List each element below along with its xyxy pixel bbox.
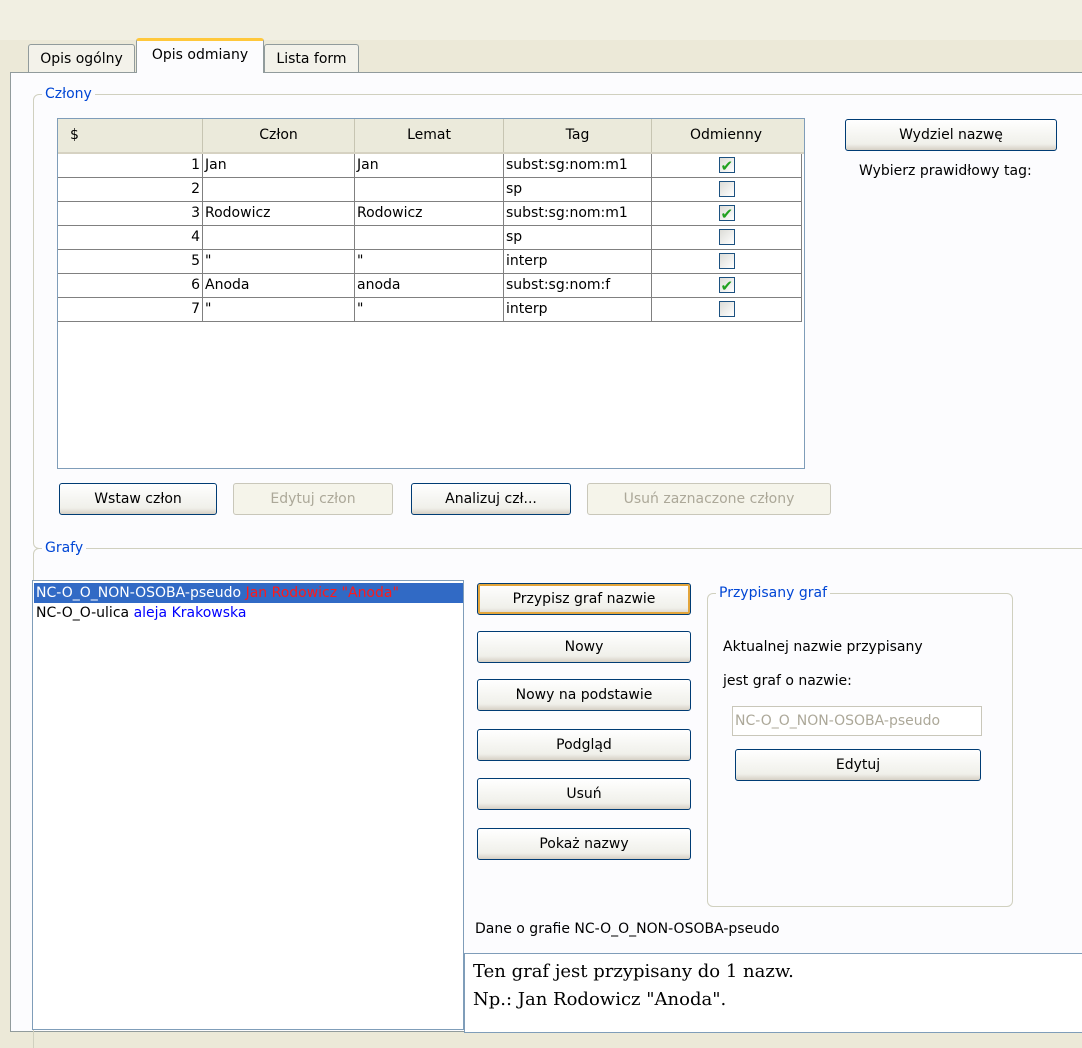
- cell-tag[interactable]: interp: [504, 250, 652, 274]
- cell-czlon[interactable]: [203, 178, 355, 202]
- table-row[interactable]: 3 Rodowicz Rodowicz subst:sg:nom:m1 ✔: [58, 202, 804, 226]
- cell-czlon[interactable]: ": [203, 298, 355, 322]
- cell-czlon[interactable]: Jan: [203, 154, 355, 178]
- checkmark-icon: ✔: [720, 205, 734, 223]
- cell-num[interactable]: 7: [58, 298, 203, 322]
- cell-lemat[interactable]: Jan: [355, 154, 504, 178]
- przypisany-line-1: Aktualnej nazwie przypisany: [723, 639, 923, 655]
- nowy-na-podstawie-button[interactable]: Nowy na podstawie: [477, 679, 691, 711]
- cell-odmienny: ✔: [652, 202, 802, 226]
- cell-lemat[interactable]: ": [355, 298, 504, 322]
- cell-odmienny: ✔: [652, 274, 802, 298]
- cell-lemat[interactable]: ": [355, 250, 504, 274]
- cell-tag[interactable]: sp: [504, 226, 652, 250]
- cell-lemat[interactable]: anoda: [355, 274, 504, 298]
- odmienny-checkbox[interactable]: [718, 229, 735, 245]
- podglad-button[interactable]: Podgląd: [477, 729, 691, 761]
- checkmark-icon: ✔: [720, 157, 734, 175]
- przypisany-line-2: jest graf o nazwie:: [723, 673, 852, 689]
- edytuj-czlon-button[interactable]: Edytuj człon: [233, 483, 393, 515]
- graf-name: NC-O_O_NON-OSOBA-pseudo: [36, 585, 242, 601]
- list-item[interactable]: NC-O_O_NON-OSOBA-pseudo Jan Rodowicz "An…: [34, 583, 463, 603]
- odmienny-checkbox[interactable]: [718, 253, 735, 269]
- cell-czlon[interactable]: ": [203, 250, 355, 274]
- cell-odmienny: [652, 250, 802, 274]
- odmienny-checkbox[interactable]: ✔: [718, 205, 735, 223]
- column-header-odmienny[interactable]: Odmienny: [652, 119, 800, 152]
- window-top-strip: [0, 0, 1082, 40]
- cell-tag[interactable]: sp: [504, 178, 652, 202]
- grafy-listbox[interactable]: NC-O_O_NON-OSOBA-pseudo Jan Rodowicz "An…: [32, 580, 464, 1030]
- dane-o-grafie-label: Dane o grafie NC-O_O_NON-OSOBA-pseudo: [475, 921, 780, 937]
- cell-czlon[interactable]: Anoda: [203, 274, 355, 298]
- cell-odmienny: [652, 226, 802, 250]
- column-header-dollar[interactable]: $: [58, 119, 203, 152]
- cell-lemat[interactable]: [355, 226, 504, 250]
- cell-tag[interactable]: subst:sg:nom:m1: [504, 154, 652, 178]
- odmienny-checkbox[interactable]: ✔: [718, 277, 735, 295]
- dane-line-2: Np.: Jan Rodowicz "Anoda".: [473, 989, 727, 1010]
- table-row[interactable]: 7 " " interp: [58, 298, 804, 322]
- tab-lista-form[interactable]: Lista form: [264, 44, 359, 72]
- cell-lemat[interactable]: Rodowicz: [355, 202, 504, 226]
- column-header-czlon[interactable]: Człon: [203, 119, 355, 152]
- table-header: $ Człon Lemat Tag Odmienny: [58, 119, 804, 154]
- usun-zaznaczone-czlony-button[interactable]: Usuń zaznaczone człony: [587, 483, 831, 515]
- cell-tag[interactable]: subst:sg:nom:m1: [504, 202, 652, 226]
- cell-czlon[interactable]: Rodowicz: [203, 202, 355, 226]
- cell-num[interactable]: 4: [58, 226, 203, 250]
- cell-num[interactable]: 1: [58, 154, 203, 178]
- przypisz-graf-button[interactable]: Przypisz graf nazwie: [477, 583, 691, 615]
- graf-example: aleja Krakowska: [133, 605, 247, 621]
- dane-line-1: Ten graf jest przypisany do 1 nazw.: [473, 961, 794, 982]
- odmienny-checkbox[interactable]: [718, 301, 735, 317]
- cell-czlon[interactable]: [203, 226, 355, 250]
- analizuj-czlon-button[interactable]: Analizuj czł...: [411, 483, 571, 515]
- cell-lemat[interactable]: [355, 178, 504, 202]
- grafy-legend: Grafy: [42, 538, 87, 558]
- cell-odmienny: [652, 178, 802, 202]
- table-row[interactable]: 4 sp: [58, 226, 804, 250]
- table-row[interactable]: 6 Anoda anoda subst:sg:nom:f ✔: [58, 274, 804, 298]
- odmienny-checkbox[interactable]: ✔: [718, 157, 735, 175]
- cell-num[interactable]: 3: [58, 202, 203, 226]
- przypisany-graf-legend: Przypisany graf: [716, 583, 830, 603]
- cell-num[interactable]: 2: [58, 178, 203, 202]
- wstaw-czlon-button[interactable]: Wstaw człon: [59, 483, 217, 515]
- przypisany-graf-field: NC-O_O_NON-OSOBA-pseudo: [732, 706, 982, 736]
- column-header-tag[interactable]: Tag: [504, 119, 652, 152]
- nowy-button[interactable]: Nowy: [477, 631, 691, 663]
- czlony-legend: Człony: [42, 84, 95, 104]
- tab-opis-odmiany[interactable]: Opis odmiany: [136, 38, 264, 73]
- cell-odmienny: [652, 298, 802, 322]
- usun-graf-button[interactable]: Usuń: [477, 778, 691, 810]
- wybierz-tag-label: Wybierz prawidłowy tag:: [859, 163, 1032, 179]
- cell-tag[interactable]: interp: [504, 298, 652, 322]
- graf-name: NC-O_O-ulica: [36, 605, 130, 621]
- table-row[interactable]: 5 " " interp: [58, 250, 804, 274]
- graf-example: Jan Rodowicz "Anoda": [245, 585, 399, 601]
- table-row[interactable]: 1 Jan Jan subst:sg:nom:m1 ✔: [58, 154, 804, 178]
- cell-tag[interactable]: subst:sg:nom:f: [504, 274, 652, 298]
- list-item[interactable]: NC-O_O-ulica aleja Krakowska: [34, 603, 248, 623]
- dane-o-grafie-text[interactable]: Ten graf jest przypisany do 1 nazw. Np.:…: [464, 953, 1082, 1033]
- edytuj-graf-button[interactable]: Edytuj: [735, 749, 981, 781]
- czlony-table[interactable]: $ Człon Lemat Tag Odmienny 1 Jan Jan subst:…: [57, 118, 805, 469]
- column-header-lemat[interactable]: Lemat: [355, 119, 504, 152]
- cell-num[interactable]: 5: [58, 250, 203, 274]
- tab-opis-ogolny[interactable]: Opis ogólny: [28, 44, 135, 72]
- cell-odmienny: ✔: [652, 154, 802, 178]
- cell-num[interactable]: 6: [58, 274, 203, 298]
- checkmark-icon: ✔: [720, 277, 734, 295]
- wydziel-nazwe-button[interactable]: Wydziel nazwę: [845, 119, 1057, 151]
- odmienny-checkbox[interactable]: [718, 181, 735, 197]
- table-row[interactable]: 2 sp: [58, 178, 804, 202]
- pokaz-nazwy-button[interactable]: Pokaż nazwy: [477, 828, 691, 860]
